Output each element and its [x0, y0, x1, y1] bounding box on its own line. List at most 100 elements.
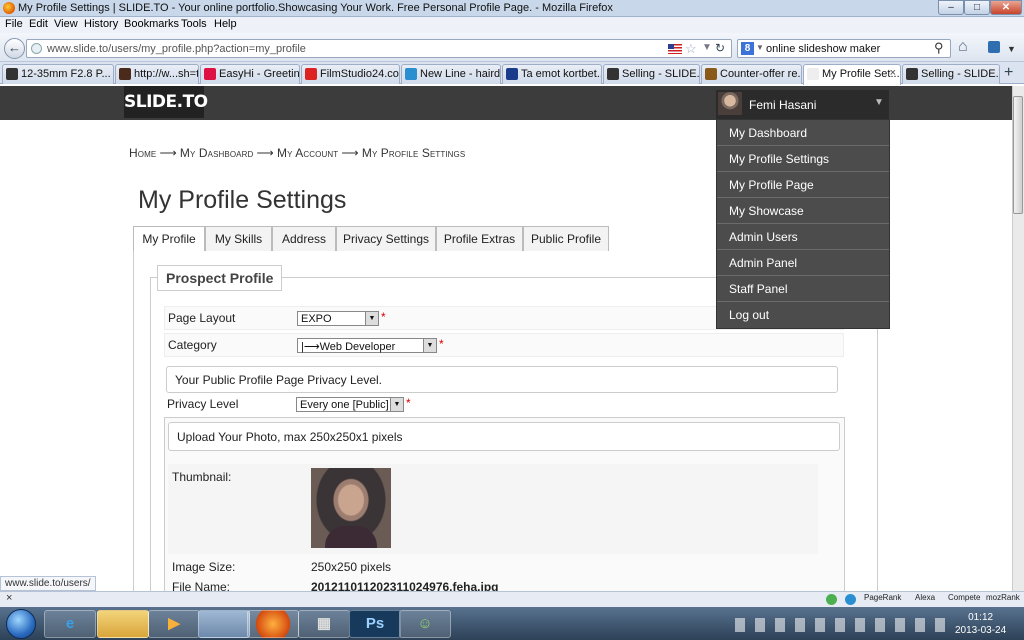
browser-tab[interactable]: My Profile Set... × [803, 64, 901, 85]
site-logo[interactable]: SLIDE.TO [124, 86, 208, 118]
browser-tab[interactable]: FilmStudio24.co... [301, 64, 400, 84]
folder-icon[interactable] [97, 610, 149, 638]
menu-help[interactable]: Help [214, 18, 237, 30]
tab-label: New Line - haird... [420, 68, 501, 80]
browser-tab[interactable]: Selling - SLIDE.T... [603, 64, 700, 84]
dropdown-arrow-icon: ▼ [390, 398, 403, 411]
page-layout-label: Page Layout [168, 311, 236, 325]
mozrank-label[interactable]: mozRank [986, 593, 1020, 602]
tab-label: 12-35mm F2.8 P... [21, 68, 111, 80]
breadcrumb-account[interactable]: My Account [277, 146, 338, 160]
menu-item-my-profile-page[interactable]: My Profile Page [717, 172, 889, 198]
compete-label[interactable]: Compete [948, 593, 980, 602]
browser-tab[interactable]: Counter-offer re... [701, 64, 802, 84]
tab-my-skills[interactable]: My Skills [205, 226, 272, 252]
menu-file[interactable]: File [5, 18, 23, 30]
tab-public-profile[interactable]: Public Profile [523, 226, 609, 252]
tab-address[interactable]: Address [272, 226, 336, 252]
tab-my-profile[interactable]: My Profile [133, 226, 205, 252]
tab-label: EasyHi - Greetin... [219, 68, 300, 80]
dropdown-arrow-icon: ▼ [423, 339, 436, 352]
alexa-label[interactable]: Alexa [915, 593, 935, 602]
maximize-button[interactable]: □ [964, 0, 990, 15]
required-marker: * [406, 396, 411, 410]
breadcrumb-dashboard[interactable]: My Dashboard [180, 146, 253, 160]
minimize-button[interactable]: – [938, 0, 964, 15]
menu-item-admin-users[interactable]: Admin Users [717, 224, 889, 250]
search-bar[interactable]: 8 ▼ online slideshow maker ⚲ [737, 39, 951, 58]
reload-icon[interactable]: ↻ [715, 41, 725, 55]
browser-tab[interactable]: New Line - haird... [401, 64, 501, 84]
addon-icon[interactable] [988, 41, 1000, 53]
bookmark-star-icon[interactable]: ☆ [685, 41, 697, 57]
people-icon[interactable]: ☺ [399, 610, 451, 638]
window-title-bar: My Profile Settings | SLIDE.TO - Your on… [0, 0, 1024, 17]
browser-tab[interactable]: EasyHi - Greetin... [200, 64, 300, 84]
scrollbar-thumb[interactable] [1013, 96, 1023, 214]
menu-item-staff-panel[interactable]: Staff Panel [717, 276, 889, 302]
tab-privacy-settings[interactable]: Privacy Settings [336, 226, 436, 252]
upload-note: Upload Your Photo, max 250x250x1 pixels [168, 422, 840, 451]
menu-history[interactable]: History [84, 18, 118, 30]
page-layout-value: EXPO [301, 313, 332, 325]
home-icon[interactable]: ⌂ [958, 38, 968, 56]
url-bar[interactable]: www.slide.to/users/my_profile.php?action… [26, 39, 732, 58]
clock-date: 2013-03-24 [955, 625, 1007, 636]
us-flag-icon[interactable] [668, 44, 682, 54]
user-menu[interactable]: Femi Hasani ▼ [716, 90, 889, 120]
media-player-icon[interactable]: ▶ [148, 610, 200, 638]
menu-edit[interactable]: Edit [29, 18, 48, 30]
new-tab-button[interactable]: + [1004, 64, 1013, 82]
close-tab-icon[interactable]: × [890, 67, 896, 79]
close-button[interactable]: ✕ [990, 0, 1022, 15]
google-icon[interactable]: 8 [741, 42, 754, 55]
page-layout-select[interactable]: EXPO ▼ [297, 311, 379, 326]
back-button[interactable]: ← [4, 38, 25, 59]
profile-thumbnail-image [311, 468, 391, 548]
start-button[interactable] [6, 609, 36, 639]
tab-favicon-icon [119, 68, 131, 80]
url-dropdown-icon[interactable]: ▼ [702, 42, 712, 53]
browser-tab[interactable]: Ta emot kortbet... [502, 64, 602, 84]
browser-tab[interactable]: 12-35mm F2.8 P... [2, 64, 114, 84]
search-engine-dropdown-icon[interactable]: ▼ [756, 43, 764, 52]
tab-favicon-icon [607, 68, 619, 80]
avatar [718, 92, 742, 115]
category-select[interactable]: |⟶Web Developer ▼ [297, 338, 437, 353]
menu-item-log-out[interactable]: Log out [717, 302, 889, 328]
addon-dropdown-icon[interactable]: ▼ [1007, 44, 1016, 54]
fieldset-legend: Prospect Profile [157, 265, 283, 291]
tab-label: FilmStudio24.co... [320, 68, 400, 80]
breadcrumb-home[interactable]: Home [129, 146, 156, 160]
menu-item-my-profile-settings[interactable]: My Profile Settings [717, 146, 889, 172]
menu-view[interactable]: View [54, 18, 78, 30]
check-icon[interactable] [826, 594, 837, 605]
tab-profile-extras[interactable]: Profile Extras [436, 226, 523, 252]
explorer-window-icon[interactable] [198, 610, 250, 638]
firefox-taskbar-icon[interactable] [247, 610, 299, 638]
menu-item-my-dashboard[interactable]: My Dashboard [717, 120, 889, 146]
photoshop-icon[interactable]: Ps [349, 610, 401, 638]
category-value: |⟶Web Developer [301, 341, 396, 353]
calculator-icon[interactable]: ▦ [298, 610, 350, 638]
thumbnail-row [168, 464, 818, 554]
close-addon-bar-icon[interactable]: × [6, 592, 12, 604]
status-bar: × PageRank Alexa Compete mozRank [0, 591, 1024, 607]
seo-icon[interactable] [845, 594, 856, 605]
firefox-icon [3, 2, 15, 14]
menu-bookmarks[interactable]: Bookmarks [124, 18, 179, 30]
privacy-level-value: Every one [Public] [300, 399, 389, 411]
pagerank-label[interactable]: PageRank [864, 593, 901, 602]
menu-tools[interactable]: Tools [181, 18, 207, 30]
window-title: My Profile Settings | SLIDE.TO - Your on… [18, 2, 613, 14]
system-tray-icons[interactable] [735, 618, 945, 632]
menu-item-my-showcase[interactable]: My Showcase [717, 198, 889, 224]
internet-explorer-icon[interactable]: e [44, 610, 96, 638]
menu-item-admin-panel[interactable]: Admin Panel [717, 250, 889, 276]
browser-tab[interactable]: Selling - SLIDE.T... [902, 64, 1000, 84]
privacy-level-select[interactable]: Every one [Public] ▼ [296, 397, 404, 412]
browser-tab[interactable]: http://w...sh=true [115, 64, 199, 84]
search-input[interactable]: online slideshow maker [766, 43, 880, 55]
clock[interactable]: 01:12 2013-03-24 [955, 611, 1006, 637]
search-icon[interactable]: ⚲ [934, 40, 944, 56]
